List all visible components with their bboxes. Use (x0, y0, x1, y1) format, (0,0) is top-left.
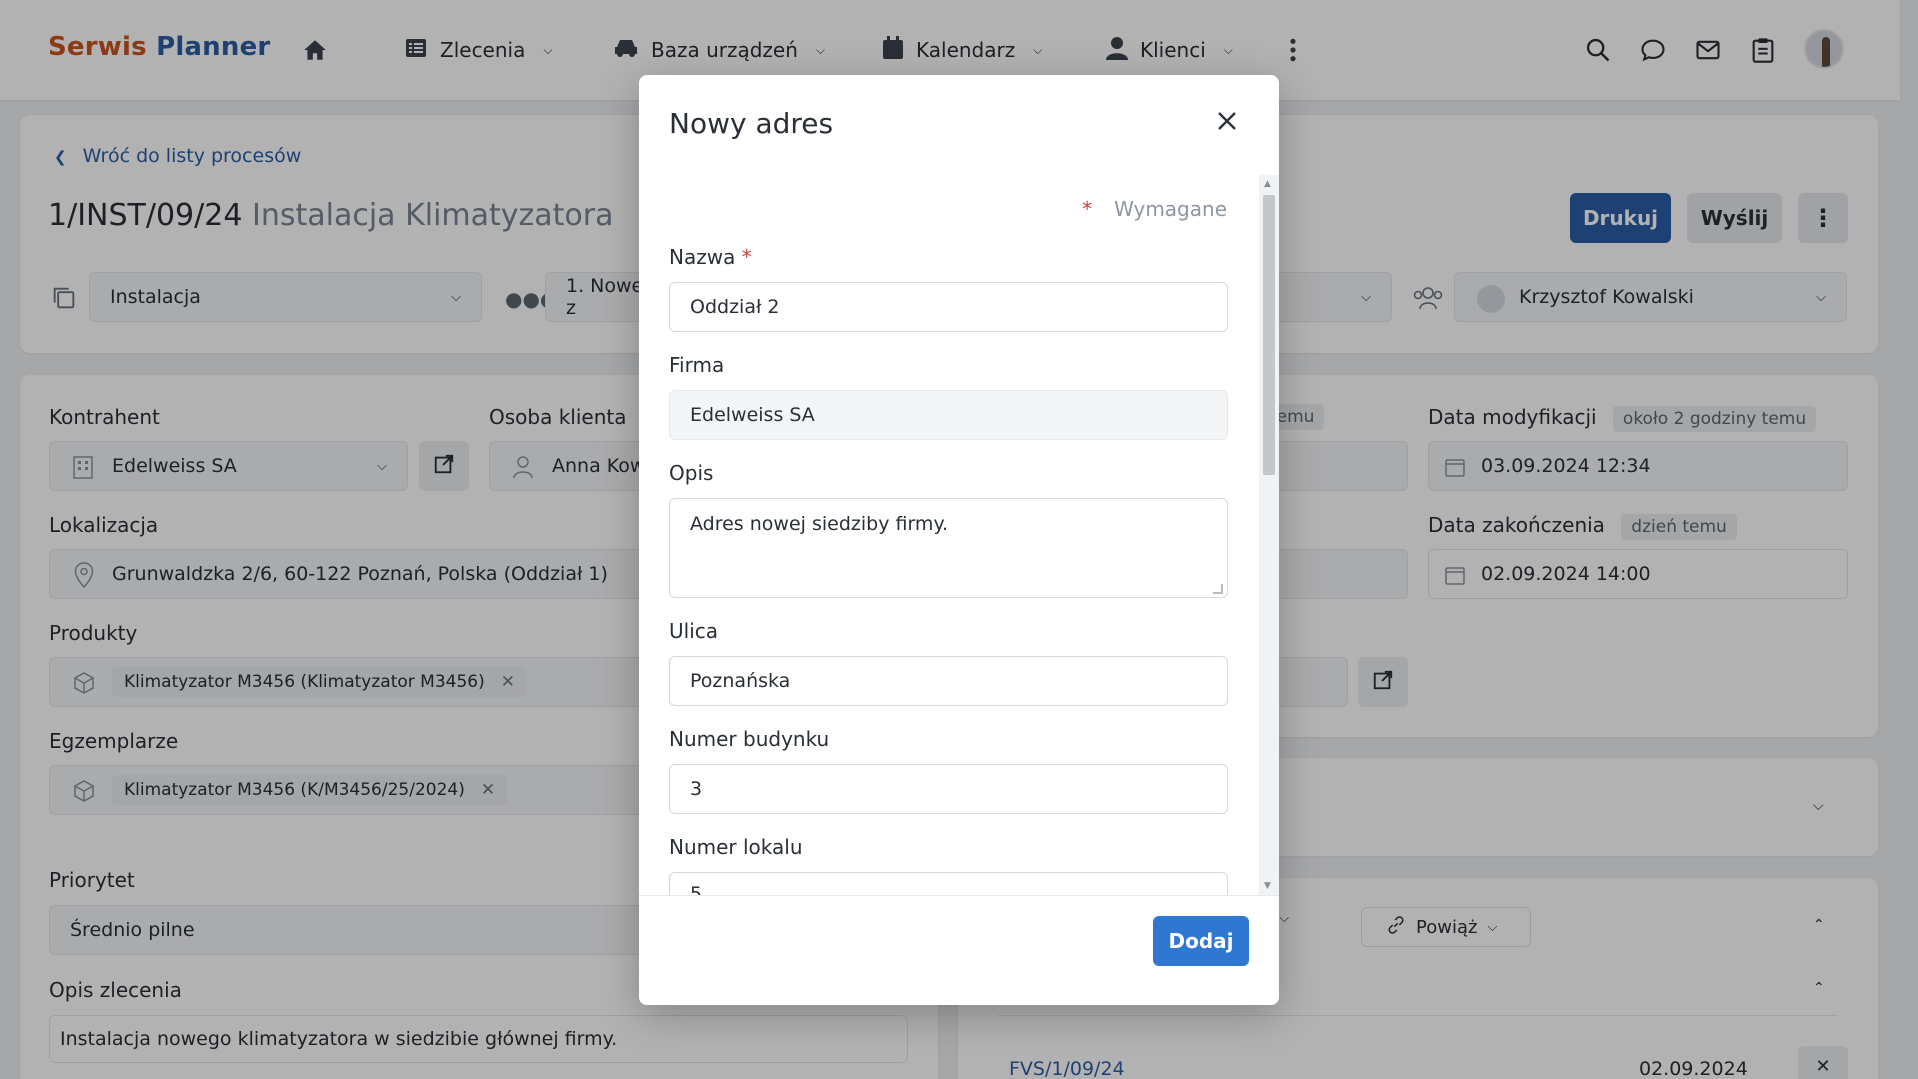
name-label-text: Nazwa (669, 245, 736, 269)
required-star: * (1082, 197, 1093, 221)
scrollbar-thumb[interactable] (1263, 195, 1275, 475)
building-number-input[interactable]: 3 (669, 764, 1228, 814)
street-input-value: Poznańska (690, 670, 791, 692)
description-value: Adres nowej siedziby firmy. (690, 513, 949, 535)
dialog-body[interactable]: * Wymagane Nazwa * Oddział 2 Firma Edelwe… (639, 175, 1279, 895)
dialog-footer: Dodaj (639, 895, 1279, 1005)
description-textarea[interactable]: Adres nowej siedziby firmy. (669, 498, 1228, 598)
required-note: * Wymagane (1082, 197, 1227, 221)
street-input[interactable]: Poznańska (669, 656, 1228, 706)
name-input[interactable]: Oddział 2 (669, 282, 1228, 332)
scroll-down-arrow-icon[interactable]: ▼ (1264, 881, 1271, 891)
required-note-text: Wymagane (1114, 197, 1227, 221)
description-label: Opis (669, 461, 714, 485)
dialog-scrollbar[interactable]: ▲ ▼ (1259, 175, 1279, 895)
company-value: Edelweiss SA (690, 404, 815, 426)
close-button[interactable] (1209, 105, 1245, 141)
unit-number-value: 5 (690, 883, 703, 895)
unit-number-label: Numer lokalu (669, 835, 803, 859)
street-label: Ulica (669, 619, 719, 643)
company-label: Firma (669, 353, 725, 377)
required-star: * (741, 245, 752, 269)
company-field: Edelweiss SA (669, 390, 1228, 440)
building-number-value: 3 (690, 778, 703, 800)
unit-number-input[interactable]: 5 (669, 872, 1228, 895)
resize-handle[interactable] (1213, 584, 1223, 594)
new-address-dialog: Nowy adres * Wymagane Nazwa * Oddział 2 F… (639, 75, 1279, 1005)
building-number-label: Numer budynku (669, 727, 830, 751)
scroll-up-arrow-icon[interactable]: ▲ (1264, 179, 1271, 189)
add-button[interactable]: Dodaj (1153, 916, 1249, 966)
close-icon (1216, 110, 1238, 136)
dialog-title: Nowy adres (669, 107, 834, 140)
name-label: Nazwa * (669, 245, 752, 269)
name-input-value: Oddział 2 (690, 296, 780, 318)
